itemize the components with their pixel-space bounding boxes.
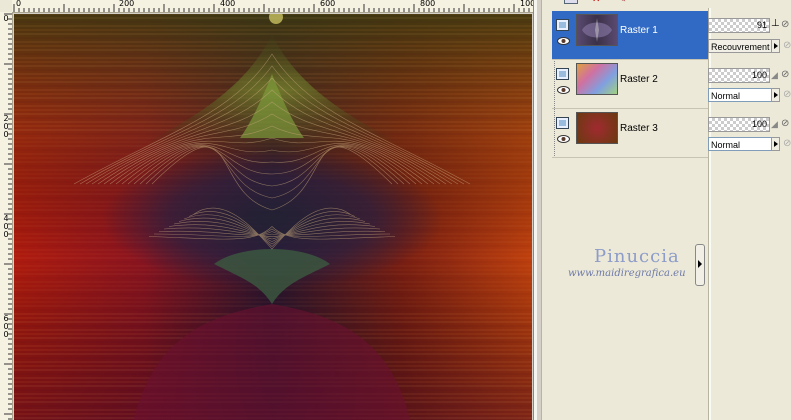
layer-thumbnail (576, 14, 618, 46)
ruler-label: 400 (3, 214, 9, 239)
link-icon[interactable]: ⊘ (781, 69, 791, 81)
ruler-label: 600 (3, 314, 9, 339)
ruler-ticks (13, 4, 535, 12)
ruler-label: 0 (16, 0, 22, 8)
eye-visibility-icon[interactable] (557, 86, 570, 94)
blend-mode-value: Normal (711, 140, 741, 150)
opacity-slider-handle-icon[interactable]: ⊥ (771, 18, 780, 29)
ruler-label: 400 (220, 0, 236, 8)
watermark-url: www.maidiregrafica.eu (568, 268, 686, 279)
opacity-value: 91 (756, 20, 767, 30)
blend-mode-arrow-button[interactable] (771, 88, 780, 102)
layer-row-raster-3[interactable]: Raster 3 (552, 109, 708, 158)
opacity-slider-handle-icon[interactable]: ◢ (771, 70, 778, 81)
eye-visibility-icon[interactable] (557, 135, 570, 143)
ruler-label: 0 (3, 14, 9, 23)
layer-thumbnail (576, 63, 618, 95)
vertical-ruler: 0 200 400 600 (0, 12, 13, 420)
image-canvas[interactable] (14, 14, 532, 420)
layer-thumbnail (576, 112, 618, 144)
new-layer-icon[interactable] (564, 0, 578, 4)
opacity-slider[interactable]: 100 (708, 68, 770, 83)
opacity-slider[interactable]: 100 (708, 117, 770, 132)
opacity-value: 100 (751, 70, 767, 80)
ruler-label: 200 (119, 0, 135, 8)
layer-row-raster-1[interactable]: Raster 1 (552, 11, 708, 60)
eye-visibility-icon[interactable] (557, 37, 570, 45)
layer-name: Raster 2 (620, 74, 658, 85)
expand-arrow-icon (698, 260, 702, 268)
ruler-label: 800 (420, 0, 436, 8)
layer-row-raster-2[interactable]: Raster 2 (552, 60, 708, 109)
layer-list: Raster 1 Raster 2 Raster 3 (552, 8, 708, 420)
blend-mode-value: Normal (711, 91, 741, 101)
layer-type-icon (556, 19, 569, 31)
horizontal-ruler: 0 200 400 600 800 1000 (12, 0, 536, 13)
delete-layer-icon[interactable]: ✕ (592, 0, 600, 5)
opacity-slider[interactable]: 91 (708, 18, 770, 33)
layer-type-icon (556, 117, 569, 129)
link-icon[interactable]: ⊘ (781, 19, 791, 31)
layer-name: Raster 1 (620, 25, 658, 36)
lock-icon[interactable]: ⊘ (783, 138, 791, 150)
layers-palette: ✕ ✎ Raster 1 Raster 2 Raster 3 (541, 0, 791, 420)
ruler-label: 600 (320, 0, 336, 8)
blend-mode-select[interactable]: Normal (708, 88, 780, 102)
blend-mode-arrow-button[interactable] (771, 137, 780, 151)
blend-mode-arrow-button[interactable] (771, 39, 780, 53)
blend-mode-select[interactable]: Recouvrement (708, 39, 780, 53)
link-icon[interactable]: ⊘ (781, 118, 791, 130)
opacity-value: 100 (751, 119, 767, 129)
palette-splitter[interactable] (695, 244, 705, 286)
opacity-slider-handle-icon[interactable]: ◢ (771, 119, 778, 130)
blend-mode-select[interactable]: Normal (708, 137, 780, 151)
blend-mode-value: Recouvrement (711, 42, 770, 52)
lock-icon[interactable]: ⊘ (783, 89, 791, 101)
ruler-label: 200 (3, 114, 9, 139)
layer-type-icon (556, 68, 569, 80)
lock-icon[interactable]: ⊘ (783, 40, 791, 52)
palette-toolbar: ✕ ✎ (542, 0, 791, 8)
layer-name: Raster 3 (620, 123, 658, 134)
watermark-title: Pinuccia (594, 246, 680, 267)
fractal-image (14, 14, 532, 420)
brush-icon[interactable]: ✎ (618, 0, 626, 5)
